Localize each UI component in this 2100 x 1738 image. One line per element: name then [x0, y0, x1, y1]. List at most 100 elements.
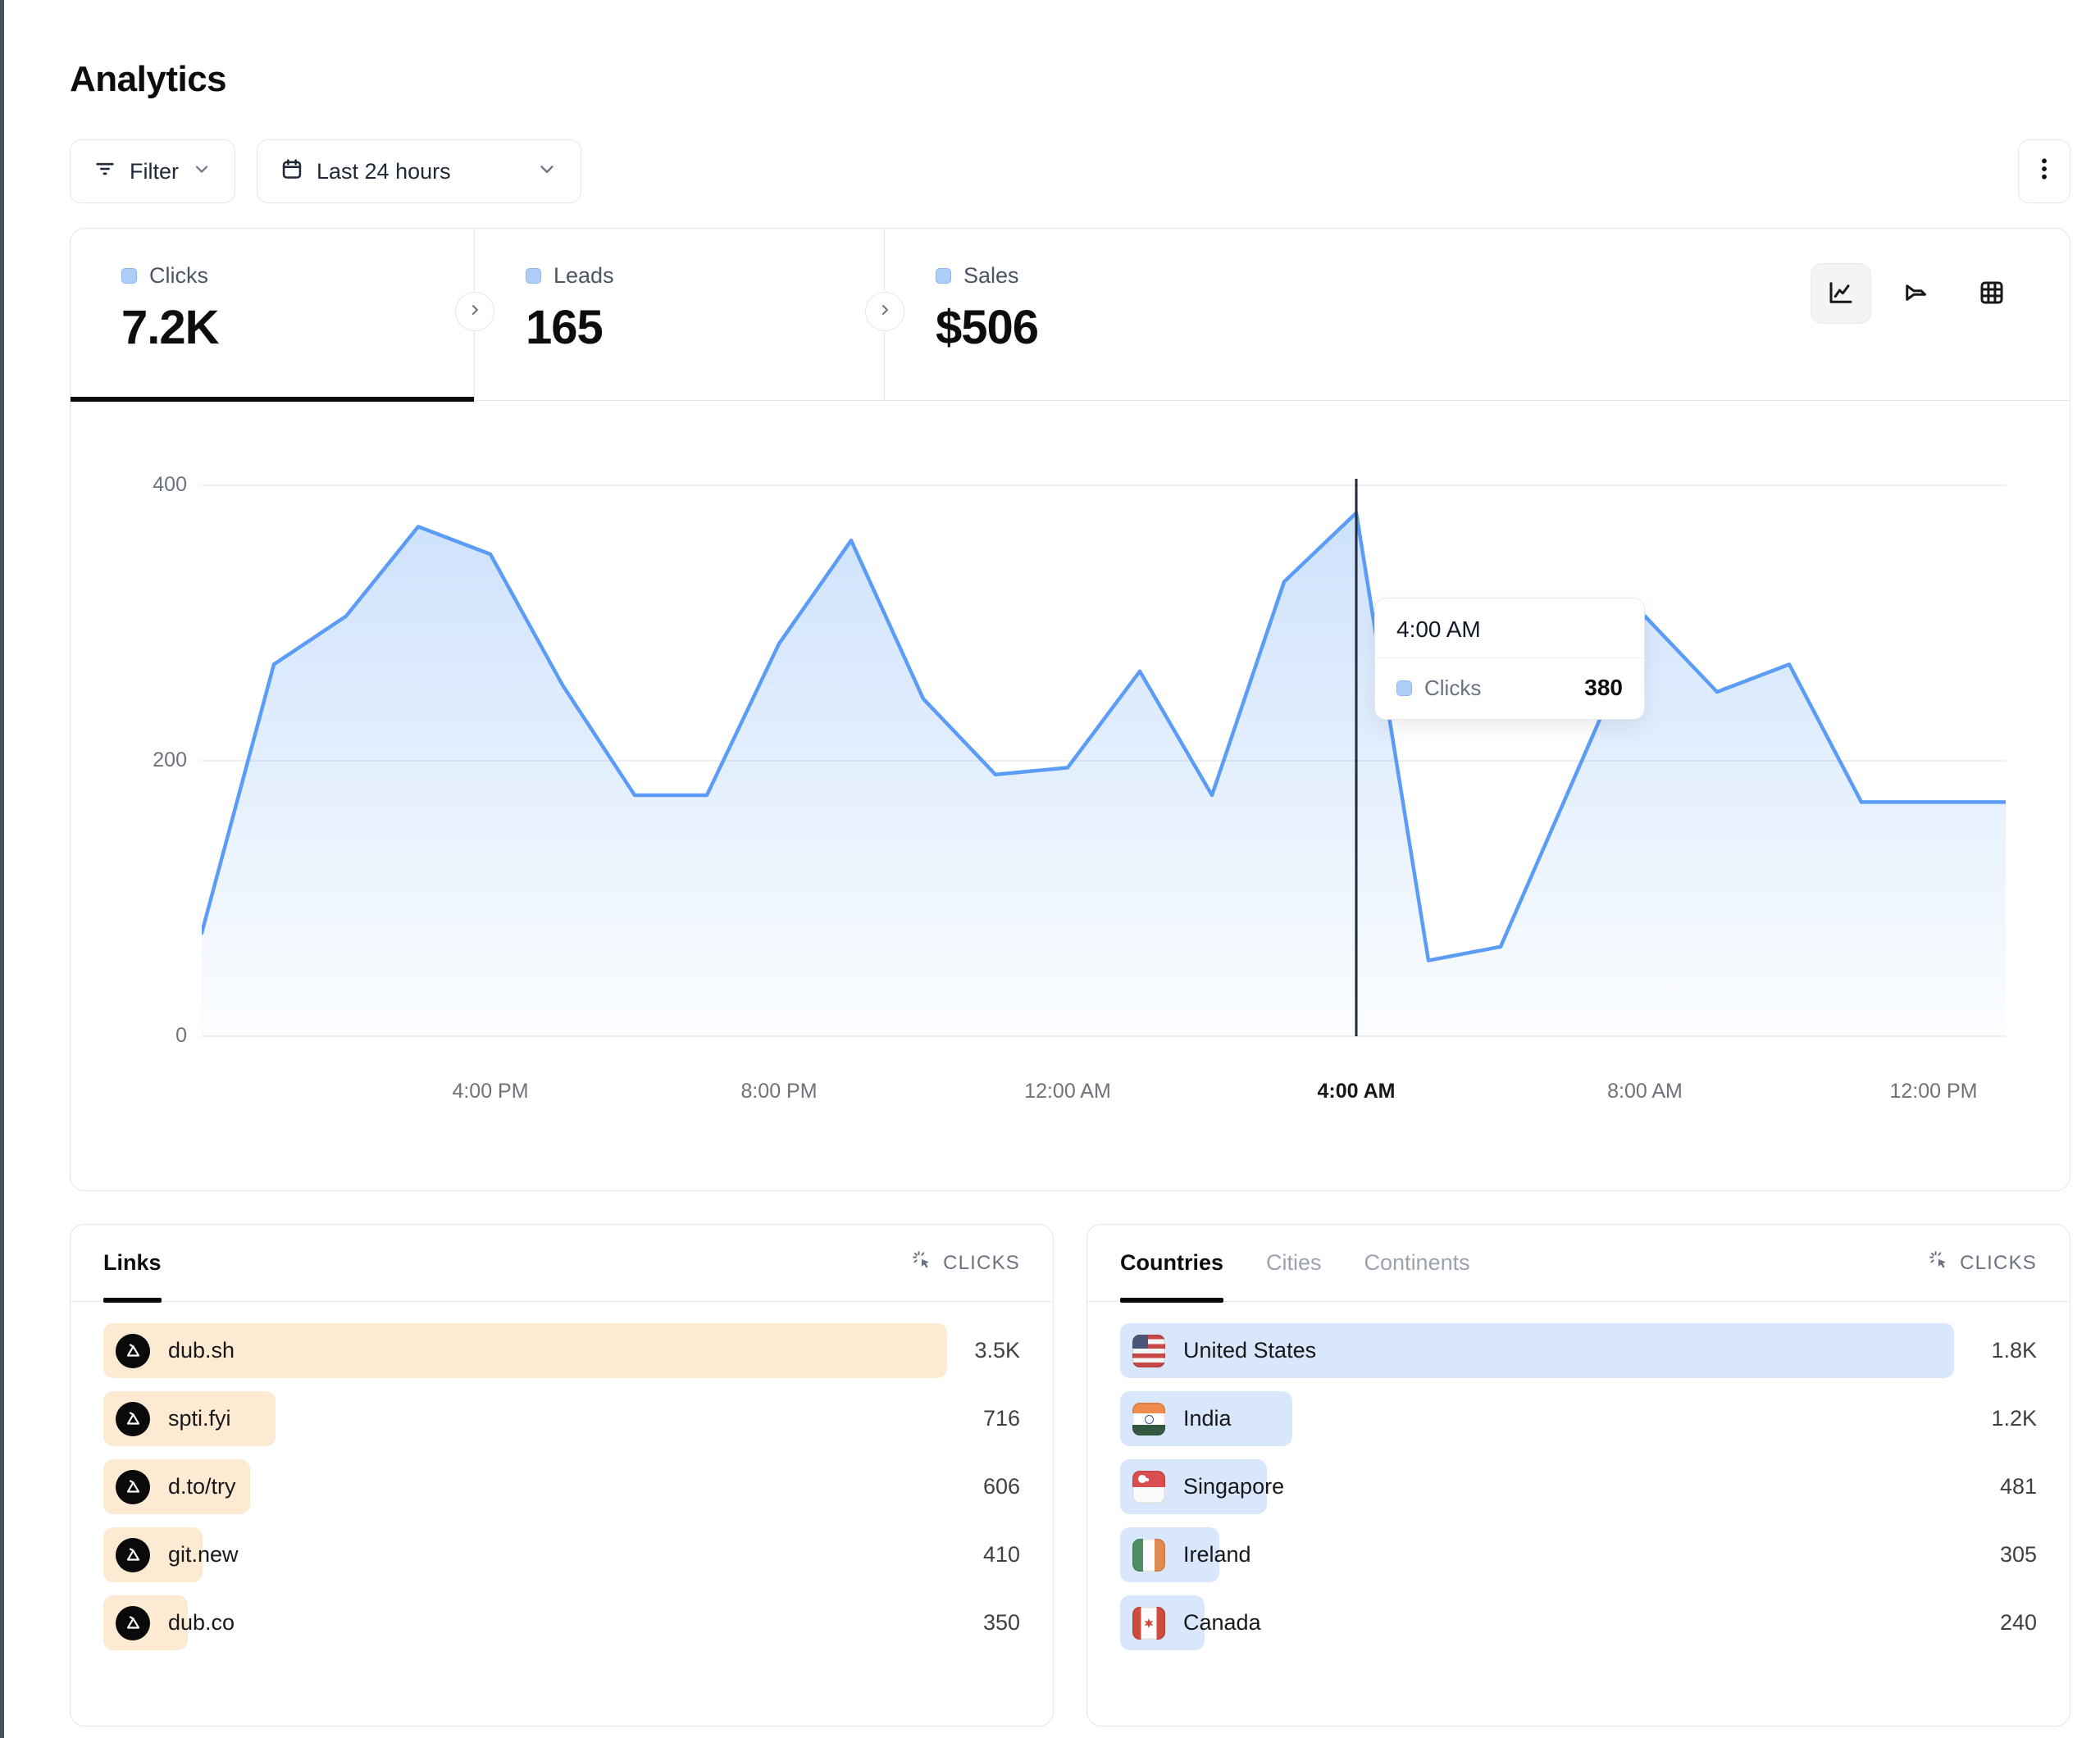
line-chart-icon: [1826, 278, 1856, 310]
chevron-down-icon: [536, 158, 558, 185]
row-value: 606: [983, 1474, 1020, 1499]
cursor-click-icon: [1928, 1249, 1950, 1277]
in-flag-icon: [1132, 1403, 1165, 1435]
tab-continents[interactable]: Continents: [1364, 1225, 1470, 1301]
list-item[interactable]: Singapore481: [1120, 1459, 2037, 1514]
row-label: d.to/try: [168, 1474, 236, 1499]
links-metric-header[interactable]: CLICKS: [911, 1249, 1020, 1277]
row-value: 3.5K: [974, 1338, 1020, 1363]
stat-value: 165: [526, 300, 884, 355]
filter-button[interactable]: Filter: [70, 139, 235, 203]
row-value: 1.2K: [1991, 1406, 2037, 1431]
row-label: git.new: [168, 1542, 239, 1567]
list-item[interactable]: Canada 240: [1120, 1595, 2037, 1650]
cursor-click-icon: [911, 1249, 933, 1277]
list-item[interactable]: United States 1.8K: [1120, 1323, 2037, 1378]
ie-flag-icon: [1132, 1539, 1165, 1572]
countries-panel: Countries Cities Continents CLICKS Unite…: [1086, 1224, 2070, 1727]
row-label: spti.fyi: [168, 1406, 231, 1431]
y-axis-tick-label: 200: [71, 748, 187, 772]
chart-tooltip: 4:00 AM Clicks 380: [1374, 598, 1645, 720]
line-chart-view-button[interactable]: [1811, 263, 1871, 324]
list-item[interactable]: spti.fyi 716: [103, 1391, 1020, 1446]
dub-logo-icon: [116, 1402, 150, 1436]
stat-label: Clicks: [149, 263, 208, 289]
plot-area[interactable]: [202, 401, 2006, 1049]
tab-sales[interactable]: Sales $506: [885, 229, 1311, 400]
bars-filter-icon: [93, 157, 116, 186]
tab-leads[interactable]: Leads 165: [475, 229, 885, 400]
page-title: Analytics: [70, 59, 2100, 100]
tooltip-time-label: 4:00 AM: [1375, 598, 1644, 657]
stat-divider-chevron-button[interactable]: [865, 292, 904, 331]
list-item[interactable]: dub.co350: [103, 1595, 1020, 1650]
stat-value: 7.2K: [121, 300, 474, 355]
chevron-right-icon: [467, 302, 483, 322]
x-axis-tick-label: 12:00 AM: [1024, 1080, 1111, 1103]
funnel-chart-icon: [1902, 278, 1931, 310]
tooltip-value: 380: [1584, 675, 1623, 701]
list-item[interactable]: dub.sh 3.5K: [103, 1323, 1020, 1378]
filter-button-label: Filter: [130, 159, 179, 184]
tab-links[interactable]: Links: [103, 1225, 162, 1301]
x-axis-tick-label: 4:00 PM: [452, 1080, 528, 1103]
row-label: Canada: [1183, 1610, 1261, 1636]
dub-logo-icon: [116, 1470, 150, 1504]
row-label: Singapore: [1183, 1474, 1284, 1499]
left-edge-strip: [0, 0, 4, 1738]
stat-divider-chevron-button[interactable]: [455, 292, 494, 331]
chart-view-switcher: [1811, 263, 2022, 324]
dub-logo-icon: [116, 1606, 150, 1640]
row-value: 716: [983, 1406, 1020, 1431]
clicks-legend-square-icon: [1396, 680, 1412, 696]
row-value: 305: [2000, 1542, 2037, 1567]
date-range-label: Last 24 hours: [317, 159, 451, 184]
us-flag-icon: [1132, 1335, 1165, 1367]
row-value: 350: [983, 1610, 1020, 1636]
chevron-right-icon: [877, 302, 893, 322]
chevron-down-icon: [192, 159, 212, 184]
more-options-button[interactable]: [2018, 139, 2070, 203]
stat-label: Sales: [963, 263, 1019, 289]
date-range-button[interactable]: Last 24 hours: [257, 139, 581, 203]
y-axis-tick-label: 400: [71, 473, 187, 497]
row-label: Ireland: [1183, 1542, 1251, 1567]
row-label: India: [1183, 1406, 1232, 1431]
row-label: United States: [1183, 1338, 1316, 1363]
analytics-card: Clicks 7.2K Leads 165 Sales $506: [70, 228, 2070, 1191]
dub-logo-icon: [116, 1538, 150, 1572]
stats-row: Clicks 7.2K Leads 165 Sales $506: [71, 229, 2070, 401]
ca-flag-icon: [1132, 1607, 1165, 1640]
grid-table-view-button[interactable]: [1961, 263, 2022, 324]
row-value: 240: [2000, 1610, 2037, 1636]
y-axis-tick-label: 0: [71, 1024, 187, 1048]
calendar-icon: [280, 157, 303, 186]
links-panel: Links CLICKS dub.sh 3.5K spti.fyi 716 d.to/t…: [70, 1224, 1054, 1727]
toolbar: Filter Last 24 hours: [70, 139, 2070, 203]
x-axis-tick-label: 8:00 AM: [1607, 1080, 1683, 1103]
tooltip-series-label: Clicks: [1424, 676, 1481, 701]
metric-header-label: CLICKS: [1960, 1252, 2037, 1275]
row-label: dub.sh: [168, 1338, 235, 1363]
row-value: 1.8K: [1991, 1338, 2037, 1363]
sales-legend-square-icon: [936, 268, 951, 284]
x-axis-tick-label: 12:00 PM: [1889, 1080, 1977, 1103]
list-item[interactable]: d.to/try 606: [103, 1459, 1020, 1514]
countries-metric-header[interactable]: CLICKS: [1928, 1249, 2037, 1277]
list-item[interactable]: Ireland 305: [1120, 1527, 2037, 1582]
grid-table-icon: [1977, 278, 2007, 310]
list-item[interactable]: India 1.2K: [1120, 1391, 2037, 1446]
kebab-vertical-icon: [2032, 155, 2057, 189]
x-axis-tick-label: 8:00 PM: [740, 1080, 817, 1103]
metric-header-label: CLICKS: [943, 1252, 1020, 1275]
funnel-chart-view-button[interactable]: [1886, 263, 1947, 324]
clicks-area-chart[interactable]: 0 200 400 4:00 PM 8:00 PM 12:00 AM 4:00 AM 8:00…: [71, 401, 2070, 1190]
stat-value: $506: [936, 300, 1311, 355]
x-axis-tick-label: 4:00 AM: [1318, 1080, 1396, 1103]
stat-label: Leads: [553, 263, 614, 289]
list-item[interactable]: git.new 410: [103, 1527, 1020, 1582]
row-value: 410: [983, 1542, 1020, 1567]
tab-cities[interactable]: Cities: [1266, 1225, 1322, 1301]
tab-clicks[interactable]: Clicks 7.2K: [71, 229, 475, 400]
tab-countries[interactable]: Countries: [1120, 1225, 1223, 1301]
